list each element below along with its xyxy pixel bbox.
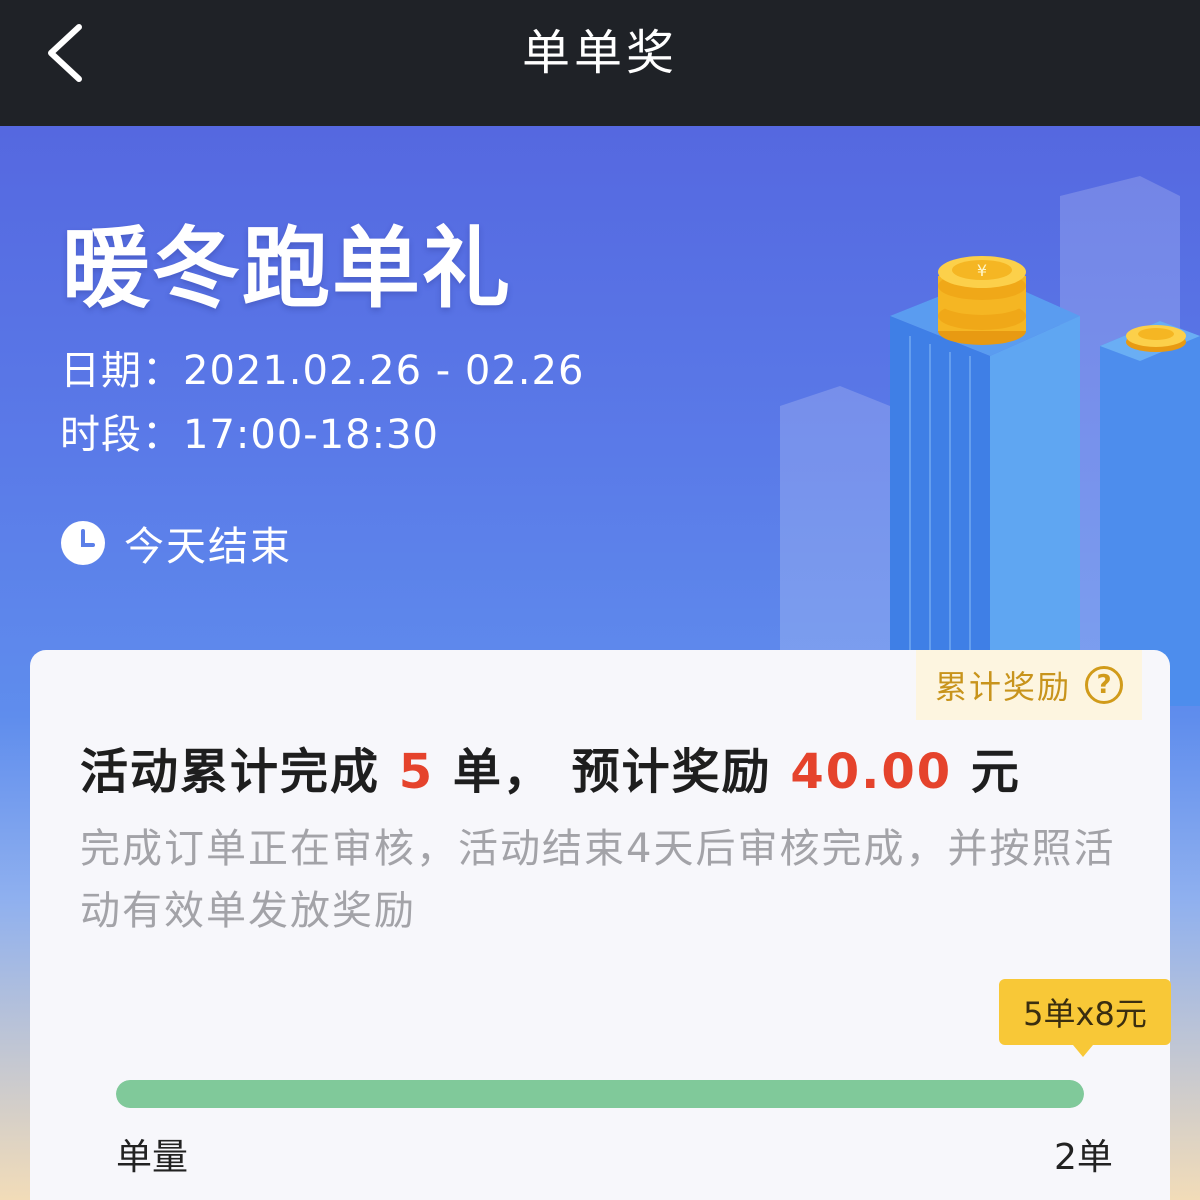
clock-icon bbox=[61, 521, 105, 565]
reward-label: 预计奖励 bbox=[571, 744, 772, 800]
progress-left-label: 单量 bbox=[116, 1137, 189, 1178]
buildings-coins-illustration: ¥ bbox=[780, 176, 1200, 706]
summary-prefix: 活动累计完成 bbox=[80, 744, 381, 800]
date-range: 日期：2021.02.26 - 02.26 bbox=[60, 348, 585, 394]
cumulative-reward-button[interactable]: 累计奖励 ? bbox=[916, 650, 1142, 720]
completion-summary: 活动累计完成 5 单， 预计奖励 40.00 元 bbox=[80, 732, 1021, 802]
cumulative-reward-label: 累计奖励 bbox=[934, 668, 1071, 706]
order-count: 5 bbox=[398, 744, 435, 800]
review-note: 完成订单正在审核，活动结束4天后审核完成，并按照活动有效单发放奖励 bbox=[80, 826, 1116, 934]
svg-text:¥: ¥ bbox=[977, 261, 987, 280]
end-status-text: 今天结束 bbox=[124, 524, 292, 570]
nav-bar: 单单奖 bbox=[0, 0, 1200, 126]
reward-amount: 40.00 bbox=[790, 744, 953, 800]
back-button[interactable] bbox=[30, 18, 100, 88]
currency-unit: 元 bbox=[970, 744, 1021, 800]
campaign-title: 暖冬跑单礼 bbox=[62, 217, 513, 320]
progress-right-label: 2单 bbox=[1054, 1137, 1113, 1178]
order-progress-bar bbox=[116, 1080, 1084, 1108]
tier-tooltip: 5单x8元 bbox=[999, 979, 1171, 1057]
page-title: 单单奖 bbox=[521, 25, 678, 81]
chevron-left-icon bbox=[48, 24, 82, 82]
time-range: 时段：17:00-18:30 bbox=[60, 412, 439, 458]
end-status: 今天结束 bbox=[60, 514, 292, 572]
reward-card: 累计奖励 ? 活动累计完成 5 单， 预计奖励 40.00 元 完成订单正在审核… bbox=[30, 650, 1171, 1200]
order-progress-fill bbox=[116, 1080, 1084, 1108]
order-unit: 单， bbox=[452, 744, 553, 800]
question-circle-icon: ? bbox=[1085, 666, 1123, 704]
